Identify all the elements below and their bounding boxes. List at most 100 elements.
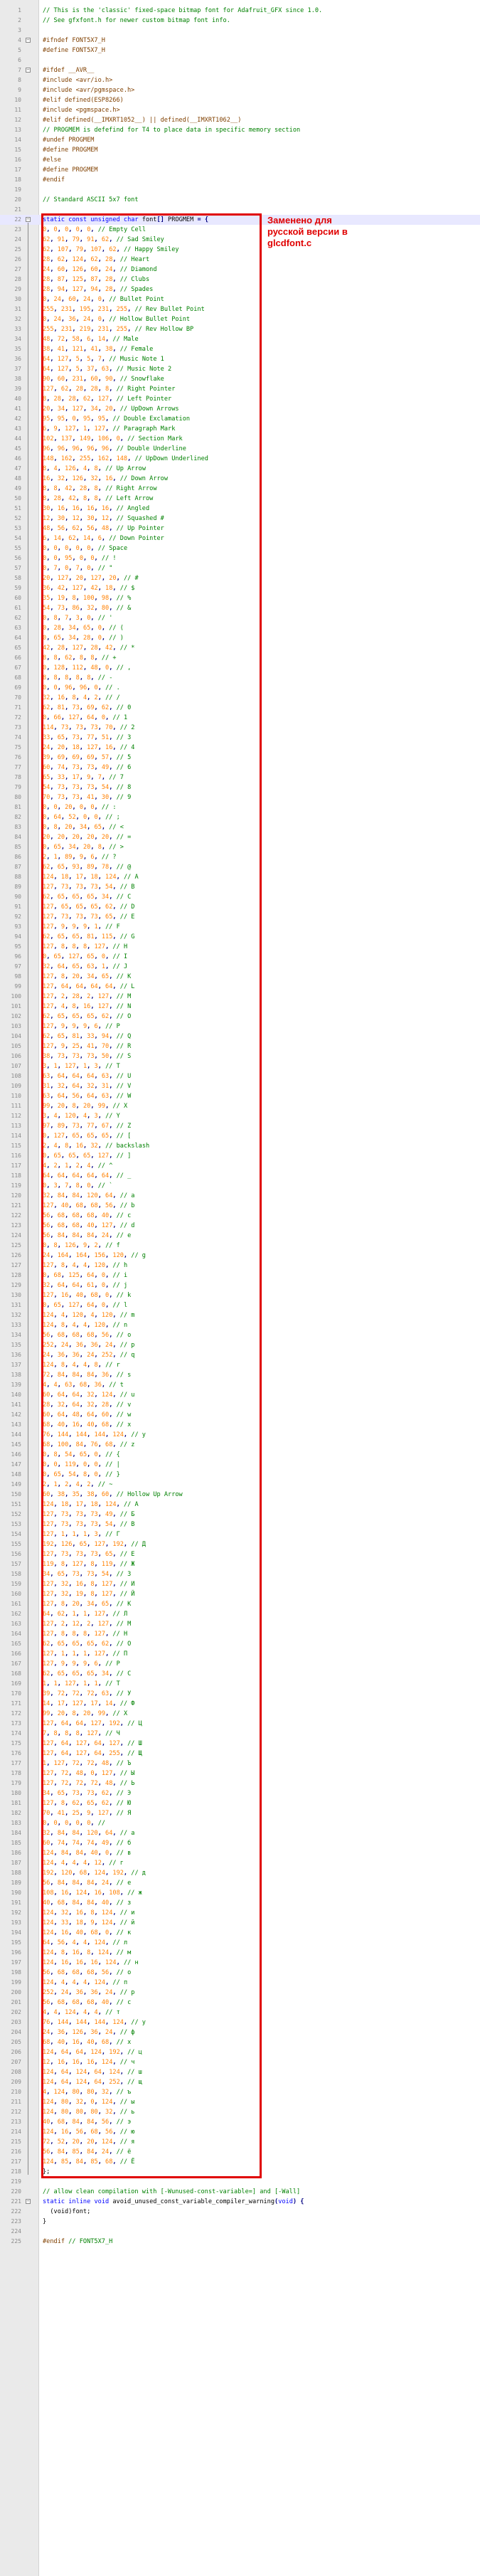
code-line[interactable]: 160 127, 32, 19, 8, 127, // Й (0, 1589, 480, 1599)
code-line[interactable]: 185 60, 74, 74, 74, 49, // б (0, 1838, 480, 1848)
code-line[interactable]: 187 124, 4, 4, 4, 12, // г (0, 1858, 480, 1868)
code-line[interactable]: 71 62, 81, 73, 69, 62, // 0 (0, 703, 480, 713)
code-line[interactable]: 165 62, 65, 65, 65, 62, // О (0, 1639, 480, 1649)
code-line[interactable]: 41 20, 34, 127, 34, 20, // UpDown Arrows (0, 404, 480, 414)
code-line[interactable]: 205 68, 40, 16, 40, 68, // х (0, 2037, 480, 2047)
code-line[interactable]: 216 56, 84, 85, 84, 24, // ё (0, 2147, 480, 2157)
code-line[interactable]: 194 124, 16, 40, 68, 0, // к (0, 1928, 480, 1938)
code-line[interactable]: 102 62, 65, 65, 65, 62, // O (0, 1012, 480, 1022)
code-line[interactable]: 47 8, 4, 126, 4, 8, // Up Arrow (0, 464, 480, 474)
code-line[interactable]: 162 64, 62, 1, 1, 127, // Л (0, 1609, 480, 1619)
code-line[interactable]: 59 36, 42, 127, 42, 18, // $ (0, 583, 480, 593)
code-line[interactable]: 26 28, 62, 124, 62, 28, // Heart (0, 255, 480, 265)
code-line[interactable]: 66 8, 8, 62, 8, 8, // + (0, 653, 480, 663)
code-line[interactable]: 77 60, 74, 73, 73, 49, // 6 (0, 763, 480, 773)
code-line[interactable]: 40 8, 28, 28, 62, 127, // Left Pointer (0, 394, 480, 404)
code-line[interactable]: 179 127, 72, 72, 72, 48, // Ь (0, 1779, 480, 1788)
code-line[interactable]: 97 32, 64, 65, 63, 1, // J (0, 962, 480, 972)
code-line[interactable]: 18 #endif (0, 175, 480, 185)
code-line[interactable]: 62 0, 8, 7, 3, 0, // ' (0, 613, 480, 623)
code-line[interactable]: 144 76, 144, 144, 144, 124, // y (0, 1430, 480, 1440)
code-line[interactable]: 149 2, 1, 2, 4, 2, // ~ (0, 1480, 480, 1490)
code-line[interactable]: 220 // allow clean compilation with [-Wun… (0, 2187, 480, 2197)
code-line[interactable]: 2 // See gfxfont.h for newer custom bitma… (0, 16, 480, 26)
code-line[interactable]: 188 192, 120, 68, 124, 192, // д (0, 1868, 480, 1878)
code-line[interactable]: 60 35, 19, 8, 100, 98, // % (0, 593, 480, 603)
code-line[interactable]: 123 56, 68, 68, 40, 127, // d (0, 1221, 480, 1231)
code-line[interactable]: 88 124, 18, 17, 18, 124, // A (0, 872, 480, 882)
code-line[interactable]: 14 #undef PROGMEM (0, 135, 480, 145)
code-line[interactable]: 169 1, 1, 127, 1, 1, // Т (0, 1679, 480, 1689)
code-line[interactable]: 12 #elif defined(__IMXRT1052__) || define… (0, 115, 480, 125)
code-line[interactable]: 126 24, 164, 164, 156, 120, // g (0, 1251, 480, 1261)
code-line[interactable]: 56 0, 0, 95, 0, 0, // ! (0, 553, 480, 563)
code-line[interactable]: 96 0, 65, 127, 65, 0, // I (0, 952, 480, 962)
code-line[interactable]: 52 12, 30, 12, 30, 12, // Squashed # (0, 514, 480, 524)
code-line[interactable]: 129 32, 64, 64, 61, 0, // j (0, 1281, 480, 1290)
code-line[interactable]: 16 #else (0, 155, 480, 165)
code-line[interactable]: 72 0, 66, 127, 64, 0, // 1 (0, 713, 480, 723)
code-line[interactable]: 63 0, 28, 34, 65, 0, // ( (0, 623, 480, 633)
code-line[interactable]: 37 64, 127, 5, 37, 63, // Music Note 2 (0, 364, 480, 374)
code-line[interactable]: 91 127, 65, 65, 65, 62, // D (0, 902, 480, 912)
code-line[interactable]: 175 127, 64, 127, 64, 127, // Ш (0, 1739, 480, 1749)
code-line[interactable]: 80 70, 73, 73, 41, 30, // 9 (0, 793, 480, 802)
fold-toggle-icon[interactable]: − (26, 38, 31, 43)
code-line[interactable]: 155 192, 126, 65, 127, 192, // Д (0, 1539, 480, 1549)
code-line[interactable]: 204 24, 36, 126, 36, 24, // ф (0, 2028, 480, 2037)
code-line[interactable]: 95 127, 8, 8, 8, 127, // H (0, 942, 480, 952)
code-line[interactable]: 100 127, 2, 28, 2, 127, // M (0, 992, 480, 1002)
code-line[interactable]: 212 124, 80, 80, 80, 32, // ь (0, 2107, 480, 2117)
code-line[interactable]: 151 124, 18, 17, 18, 124, // А (0, 1500, 480, 1510)
code-editor[interactable]: 1 // This is the 'classic' fixed-space bi… (0, 0, 480, 2576)
code-line[interactable]: 34 48, 72, 58, 6, 14, // Male (0, 334, 480, 344)
code-line[interactable]: 108 63, 64, 64, 64, 63, // U (0, 1071, 480, 1081)
code-line[interactable]: 200 252, 24, 36, 36, 24, // р (0, 1988, 480, 1998)
code-line[interactable]: 182 70, 41, 25, 9, 127, // Я (0, 1808, 480, 1818)
code-line[interactable]: 76 39, 69, 69, 69, 57, // 5 (0, 753, 480, 763)
code-line[interactable]: 223} (0, 2217, 480, 2227)
code-line[interactable]: 64 0, 65, 34, 28, 0, // ) (0, 633, 480, 643)
code-line[interactable]: 7− #ifdef __AVR__ (0, 65, 480, 75)
code-line[interactable]: 128 0, 68, 125, 64, 0, // i (0, 1271, 480, 1281)
code-line[interactable]: 68 8, 8, 8, 8, 8, // - (0, 673, 480, 683)
code-line[interactable]: 197 124, 16, 16, 16, 124, // н (0, 1958, 480, 1968)
code-line[interactable]: 147 0, 0, 119, 0, 0, // | (0, 1460, 480, 1470)
code-line[interactable]: 119 0, 3, 7, 8, 0, // ` (0, 1181, 480, 1191)
code-line[interactable]: 172 99, 20, 8, 20, 99, // Х (0, 1709, 480, 1719)
code-line[interactable]: 157 119, 8, 127, 8, 119, // Ж (0, 1559, 480, 1569)
code-line[interactable]: 209 124, 64, 124, 64, 252, // щ (0, 2077, 480, 2087)
code-line[interactable]: 219 (0, 2177, 480, 2187)
code-line[interactable]: 110 63, 64, 56, 64, 63, // W (0, 1091, 480, 1101)
code-line[interactable]: 138 72, 84, 84, 84, 36, // s (0, 1370, 480, 1380)
code-line[interactable]: 10 #elif defined(ESP8266) (0, 95, 480, 105)
code-line[interactable]: 136 24, 36, 36, 24, 252, // q (0, 1350, 480, 1360)
code-line[interactable]: 214 124, 16, 56, 68, 56, // ю (0, 2127, 480, 2137)
code-line[interactable]: 191 40, 68, 84, 84, 40, // з (0, 1898, 480, 1908)
code-line[interactable]: 32 0, 24, 36, 24, 0, // Hollow Bullet Poi… (0, 314, 480, 324)
code-line[interactable]: 90 62, 65, 65, 65, 34, // C (0, 892, 480, 902)
code-line[interactable]: 53 48, 56, 62, 56, 48, // Up Pointer (0, 524, 480, 534)
code-line[interactable]: 166 127, 1, 1, 1, 127, // П (0, 1649, 480, 1659)
code-line[interactable]: 218}; (0, 2167, 480, 2177)
code-line[interactable]: 124 56, 84, 84, 84, 24, // e (0, 1231, 480, 1241)
code-line[interactable]: 33 255, 231, 219, 231, 255, // Rev Hollow… (0, 324, 480, 334)
code-line[interactable]: 35 38, 41, 121, 41, 38, // Female (0, 344, 480, 354)
code-line[interactable]: 201 56, 68, 68, 68, 40, // с (0, 1998, 480, 2008)
code-line[interactable]: 152 127, 73, 73, 73, 49, // Б (0, 1510, 480, 1520)
code-line[interactable]: 55 0, 0, 0, 0, 0, // Space (0, 544, 480, 553)
code-line[interactable]: 146 0, 8, 54, 65, 0, // { (0, 1450, 480, 1460)
fold-toggle-icon[interactable]: − (26, 68, 31, 73)
code-line[interactable]: 70 32, 16, 8, 4, 2, // / (0, 693, 480, 703)
code-line[interactable]: 117 4, 2, 1, 2, 4, // ^ (0, 1161, 480, 1171)
code-line[interactable]: 44 102, 137, 149, 106, 0, // Section Mark (0, 434, 480, 444)
code-line[interactable]: 206 124, 64, 64, 124, 192, // ц (0, 2047, 480, 2057)
code-line[interactable]: 153 127, 73, 73, 73, 54, // В (0, 1520, 480, 1530)
code-line[interactable]: 78 65, 33, 17, 9, 7, // 7 (0, 773, 480, 783)
code-line[interactable]: 202 4, 4, 124, 4, 4, // т (0, 2008, 480, 2018)
code-line[interactable]: 94 62, 65, 65, 81, 115, // G (0, 932, 480, 942)
code-line[interactable]: 4− #ifndef FONT5X7_H (0, 36, 480, 46)
code-line[interactable]: 180 34, 65, 73, 73, 62, // Э (0, 1788, 480, 1798)
code-line[interactable]: 207 12, 16, 16, 16, 124, // ч (0, 2057, 480, 2067)
code-line[interactable]: 103 127, 9, 9, 9, 6, // P (0, 1022, 480, 1032)
